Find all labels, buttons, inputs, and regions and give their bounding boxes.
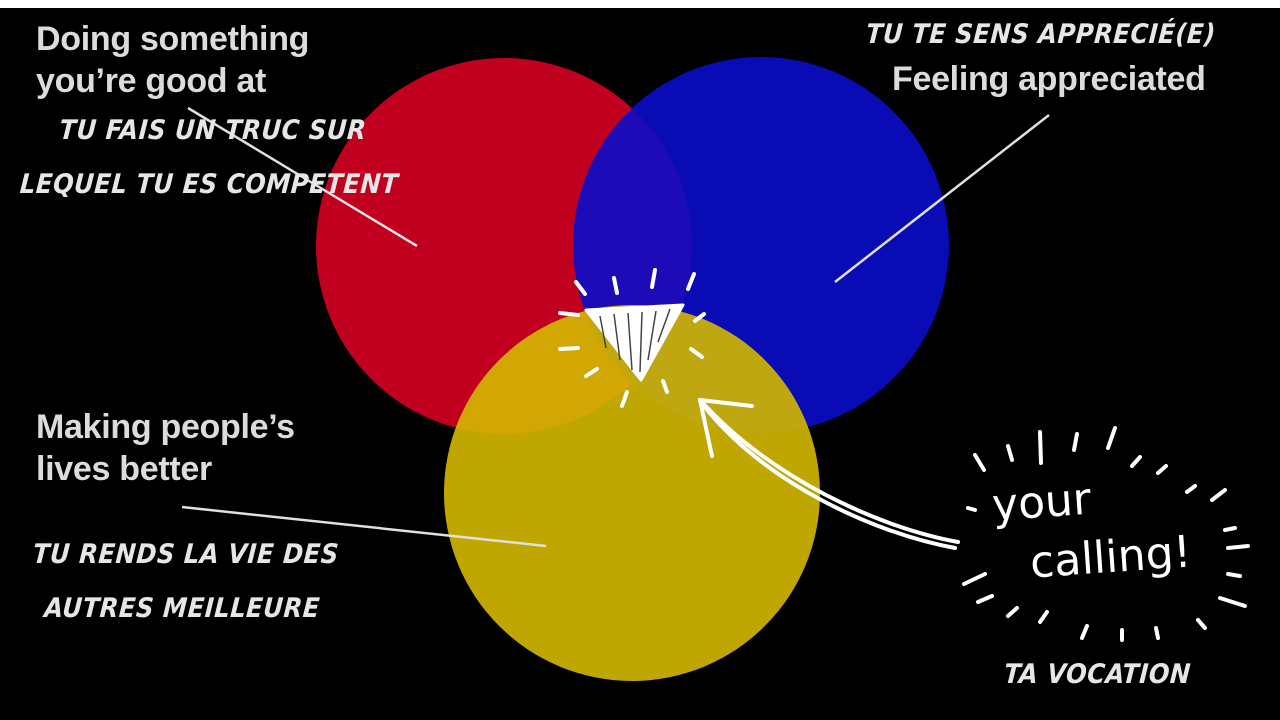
- blue-circle-translation: TU TE SENS APPRECIÉ(E): [864, 19, 1217, 50]
- yellow-circle-label: Making people’s lives better: [36, 408, 295, 488]
- calling-translation: TA VOCATION: [1002, 659, 1192, 690]
- red-circle-label: Doing something you’re good at: [36, 20, 310, 100]
- blue-circle-label: Feeling appreciated: [892, 60, 1206, 98]
- venn-diagram: Doing something you’re good at Feeling a…: [0, 8, 1280, 720]
- yellow-circle-translation: TU RENDS LA VIE DES AUTRES MEILLEURE: [31, 539, 340, 624]
- red-circle-translation: TU FAIS UN TRUC SUR LEQUEL TU ES COMPETE…: [18, 115, 400, 200]
- calling-annotation-line1: your: [990, 473, 1093, 532]
